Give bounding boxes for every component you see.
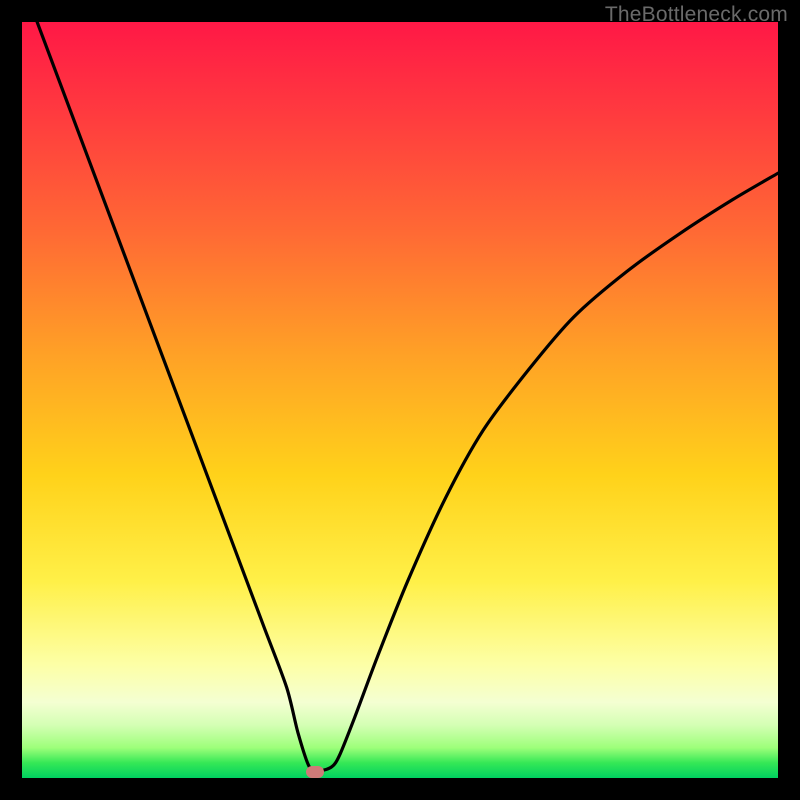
watermark-text: TheBottleneck.com (605, 3, 788, 27)
bottleneck-marker (306, 766, 324, 778)
chart-frame: TheBottleneck.com (0, 0, 800, 800)
bottleneck-curve (22, 22, 778, 778)
plot-area (22, 22, 778, 778)
